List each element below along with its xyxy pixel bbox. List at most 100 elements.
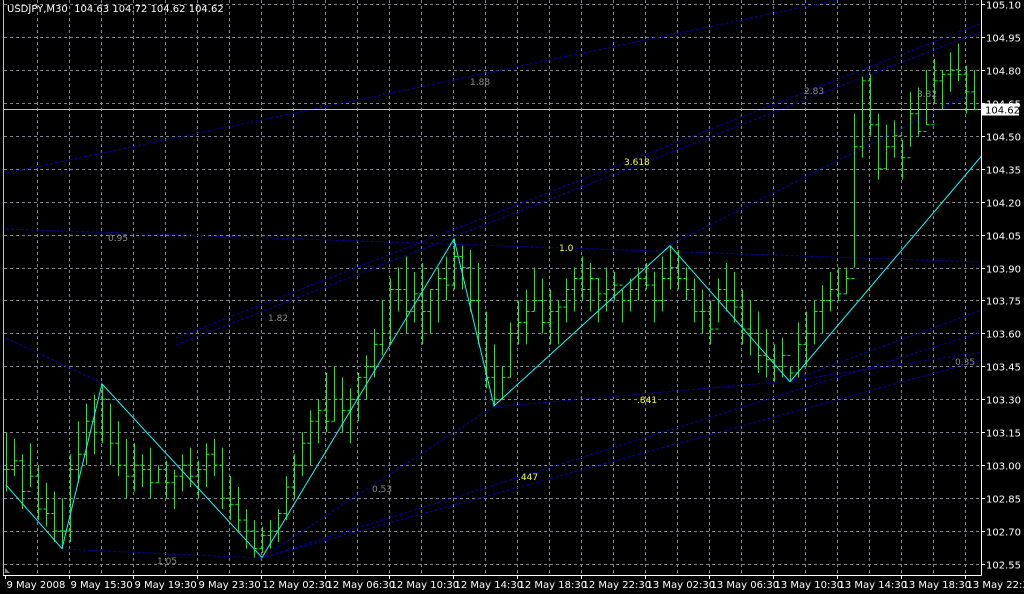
ohlc-bar	[171, 469, 178, 510]
ohlc-bar	[747, 300, 754, 356]
time-tick-label: 13 May 14:30	[839, 580, 908, 591]
scroll-marker-icon	[5, 568, 10, 573]
ohlc-bar	[883, 124, 890, 170]
ohlc-bar	[307, 410, 314, 466]
time-tick-label: 13 May 06:30	[711, 580, 780, 591]
time-tick-label: 12 May 22:30	[583, 580, 652, 591]
ohlc-bar	[955, 43, 962, 81]
price-tick-label: 103.75	[986, 297, 1021, 308]
ohlc-bar	[771, 344, 778, 382]
fib-line	[261, 359, 981, 559]
ohlc-bar	[131, 443, 138, 492]
fib-level-label: 3.618	[624, 158, 650, 168]
fib-line	[260, 406, 494, 559]
ohlc-bar	[899, 135, 906, 180]
ohlc-bar	[699, 289, 706, 334]
ohlc-bar	[811, 300, 818, 345]
fib-line	[789, 309, 981, 382]
fib-level-label: 1.88	[470, 78, 490, 88]
low-value: 104.62	[150, 4, 186, 15]
time-tick-label: 9 May 2008	[7, 580, 66, 591]
ohlc-bar	[859, 76, 866, 158]
ohlc-bar	[843, 267, 850, 295]
ohlc-bar	[523, 289, 530, 345]
ohlc-bar	[27, 443, 34, 493]
fib-level-label: 3.32	[917, 90, 937, 100]
ohlc-bar	[539, 278, 546, 334]
ohlc-bar	[451, 238, 458, 290]
price-tick-label: 102.85	[986, 495, 1021, 506]
fib-level-label: 0.35	[955, 358, 975, 368]
ohlc-bar	[947, 52, 954, 92]
time-tick-label: 13 May 18:30	[903, 580, 972, 591]
fib-level-label: .447	[518, 473, 538, 483]
price-tick-label: 103.15	[986, 429, 1021, 440]
ohlc-bar	[347, 388, 354, 444]
plot-area: 1.88 2.83 3.32 3.618 0.95 1.0 1.82 .841 0.35 .447…	[4, 0, 981, 575]
time-tick-label: 9 May 23:30	[199, 580, 261, 591]
ohlc-bar	[219, 447, 226, 510]
ohlc-bar	[427, 288, 434, 334]
fib-level-label: 2.83	[804, 87, 824, 97]
ohlc-bar	[787, 354, 794, 382]
ohlc-bar	[571, 267, 578, 312]
fib-level-label: 1.0	[559, 244, 574, 254]
ohlc-bar	[139, 454, 146, 488]
ohlc-bar	[35, 465, 42, 521]
ohlc-bar	[531, 267, 538, 312]
time-tick-label: 9 May 19:30	[135, 580, 197, 591]
ohlc-bar	[235, 487, 242, 532]
fib-line	[175, 22, 981, 339]
time-tick-label: 12 May 02:30	[263, 580, 332, 591]
ohlc-bar	[323, 372, 330, 433]
fib-line	[669, 88, 981, 246]
ohlc-bar	[547, 289, 554, 345]
ohlc-bar	[723, 263, 730, 312]
ohlc-bar	[195, 460, 202, 499]
price-tick-label: 103.90	[986, 265, 1021, 276]
time-tick-label: 13 May 10:30	[775, 580, 844, 591]
time-tick-label: 12 May 10:30	[391, 580, 460, 591]
ohlc-bar	[123, 438, 130, 499]
ohlc-bar	[275, 509, 282, 543]
price-tick-label: 103.30	[986, 396, 1021, 407]
time-tick-label: 13 May 02:30	[647, 580, 716, 591]
time-tick-label: 12 May 14:30	[455, 580, 524, 591]
ohlc-bar	[683, 267, 690, 301]
ohlc-bar	[115, 421, 122, 477]
price-tick-label: 104.20	[986, 199, 1021, 210]
ohlc-bar	[443, 256, 450, 301]
ohlc-bar	[155, 465, 162, 484]
chart-title: USDJPY,M30 104.63 104.72 104.62 104.62	[7, 4, 224, 15]
price-tick-label: 104.05	[986, 232, 1021, 243]
fib-level-label: .841	[637, 396, 657, 406]
ohlc-bar	[923, 69, 930, 132]
price-chart[interactable]: 1.88 2.83 3.32 3.618 0.95 1.0 1.82 .841 0.35 .447…	[0, 0, 1024, 594]
time-tick-label: 9 May 15:30	[71, 580, 133, 591]
current-price-label: 104.62	[985, 106, 1020, 117]
ohlc-bar	[827, 271, 834, 312]
price-tick-label: 104.95	[986, 34, 1021, 45]
ohlc-bar	[411, 271, 418, 323]
price-tick-label: 104.50	[986, 133, 1021, 144]
price-tick-label: 104.35	[986, 166, 1021, 177]
ohlc-bar	[435, 267, 442, 323]
ohlc-bar	[835, 267, 842, 301]
ohlc-bar	[315, 399, 322, 444]
ohlc-bar	[267, 520, 274, 549]
ohlc-bar	[891, 120, 898, 158]
ohlc-bar	[163, 460, 170, 499]
ohlc-bar	[715, 278, 722, 330]
ohlc-bar	[51, 491, 58, 543]
ohlc-bar	[299, 432, 306, 477]
time-tick-label: 12 May 06:30	[327, 580, 396, 591]
symbol-label: USDJPY,M30	[7, 4, 68, 15]
ohlc-bar	[819, 285, 826, 334]
fib-level-label: 1.05	[157, 557, 177, 567]
close-value: 104.62	[188, 4, 224, 15]
ohlc-bar	[387, 278, 394, 345]
ohlc-bar	[707, 300, 714, 345]
ohlc-bar	[363, 355, 370, 400]
ohlc-bar	[579, 256, 586, 301]
ohlc-bar	[395, 267, 402, 312]
